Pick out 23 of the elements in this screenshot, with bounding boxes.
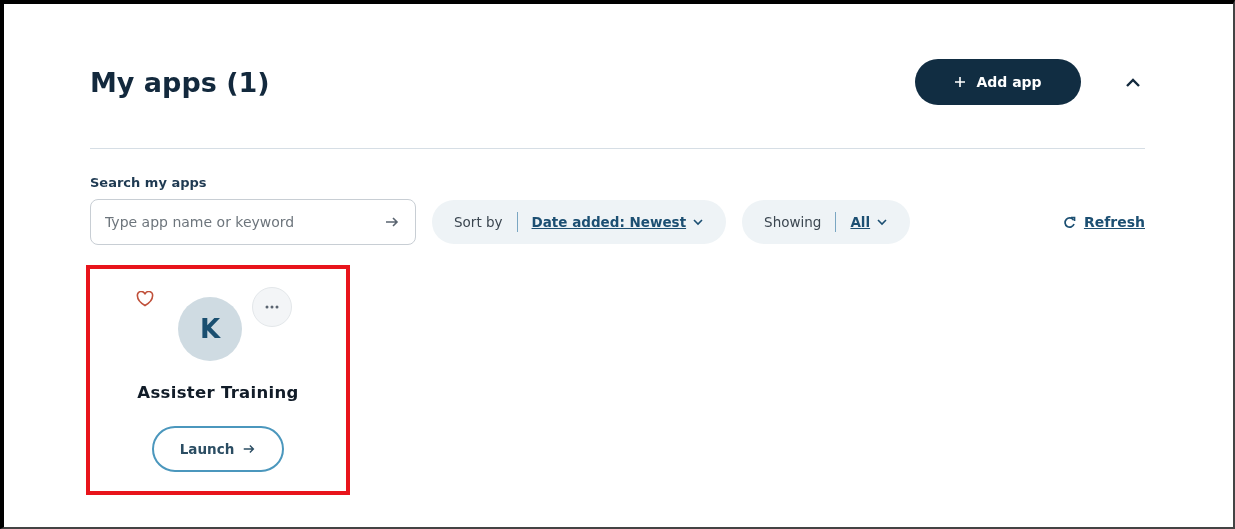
ellipsis-icon [265,305,279,309]
app-avatar: K [178,297,242,361]
dropdown-value[interactable]: Date added: Newest [531,214,687,230]
search-field[interactable]: Type app name or keyword [90,199,416,245]
sort-dropdown[interactable]: Sort by Date added: Newest [432,200,727,244]
app-name: Assister Training [137,383,299,402]
add-app-button[interactable]: Add app [915,59,1081,105]
dropdown-label: Showing [764,214,822,230]
section-title: My apps (1) [90,66,271,98]
favorite-button[interactable] [136,291,154,307]
heart-icon [136,291,154,307]
arrow-right-icon [242,442,257,456]
dropdown-value[interactable]: All [850,214,871,230]
chevron-down-icon [692,216,705,228]
filter-dropdown[interactable]: Showing All [742,200,911,244]
chevron-up-icon [1125,77,1141,87]
dropdown-label: Sort by [454,214,503,230]
plus-icon [954,76,967,88]
refresh-link[interactable]: Refresh [1083,214,1145,230]
refresh-icon [1062,215,1076,229]
launch-button[interactable]: Launch [151,426,285,472]
search-label: Search my apps [90,175,208,190]
chevron-down-icon [876,216,889,228]
